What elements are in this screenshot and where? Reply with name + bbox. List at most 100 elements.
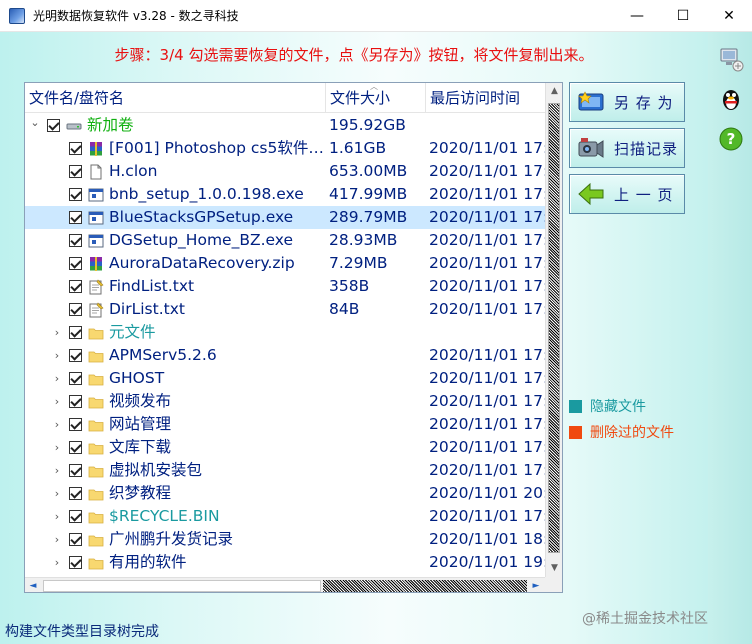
svg-text:?: ? [727,130,736,148]
save-as-label: 另 存 为 [614,93,674,112]
tree-node-row[interactable]: › 广州鹏升发货记录 2020/11/01 18:5 [25,528,545,551]
tree-node-row[interactable]: › $RECYCLE.BIN 2020/11/01 17:5 [25,505,545,528]
row-checkbox[interactable] [69,211,82,224]
scan-log-button[interactable]: 扫描记录 [569,128,685,168]
row-date: 2020/11/01 17:5 [429,162,545,180]
camera-icon [578,138,604,158]
row-name: 虚拟机安装包 [109,461,203,479]
collapse-chevron-icon[interactable]: ⌄ [29,111,41,134]
tree-rows: ⌄ 新加卷 195.92GB [F001] Photoshop cs5软件… 1.61G… [25,114,545,574]
row-name: 新加卷 [87,116,134,134]
tree-node-row[interactable]: › 有用的软件 2020/11/01 19:5 [25,551,545,574]
vertical-scroll-thumb[interactable] [548,103,560,553]
file-row[interactable]: BlueStacksGPSetup.exe 289.79MB 2020/11/01 … [25,206,545,229]
row-date: 2020/11/01 17:5 [429,369,545,387]
vertical-scrollbar[interactable]: ▲ ▼ [545,83,562,577]
tree-node-row[interactable]: › 虚拟机安装包 2020/11/01 17:5 [25,459,545,482]
file-row[interactable]: AuroraDataRecovery.zip 7.29MB 2020/11/01 1… [25,252,545,275]
row-checkbox[interactable] [69,510,82,523]
expand-chevron-icon[interactable]: › [51,436,63,459]
expand-chevron-icon[interactable]: › [51,367,63,390]
row-checkbox[interactable] [69,533,82,546]
row-name: 网站管理 [109,415,172,433]
column-header-date[interactable]: 最后访问时间 [425,83,545,113]
scroll-up-icon[interactable]: ▲ [546,83,562,100]
row-name: AuroraDataRecovery.zip [109,254,295,272]
file-row[interactable]: FindList.txt 358B 2020/11/01 17:5 [25,275,545,298]
file-row[interactable]: bnb_setup_1.0.0.198.exe 417.99MB 2020/11/0… [25,183,545,206]
close-button[interactable]: ✕ [706,0,752,32]
row-checkbox[interactable] [47,119,60,132]
expand-chevron-icon[interactable]: › [51,390,63,413]
row-date: 2020/11/01 17:5 [429,461,545,479]
file-row[interactable]: H.clon 653.00MB 2020/11/01 17:5 [25,160,545,183]
row-date: 2020/11/01 20:2 [429,484,545,502]
expand-chevron-icon[interactable]: › [51,528,63,551]
tree-header: 文件名/盘符名 文件大小 ︿ 最后访问时间 [25,83,545,113]
row-checkbox[interactable] [69,395,82,408]
file-row[interactable]: [F001] Photoshop cs5软件… 1.61GB 2020/11/01 … [25,137,545,160]
row-checkbox[interactable] [69,165,82,178]
expand-chevron-icon[interactable]: › [51,551,63,574]
hidden-files-label: 隐藏文件 [590,399,646,415]
expand-chevron-icon[interactable]: › [51,321,63,344]
window-title: 光明数据恢复软件 v3.28 - 数之寻科技 [33,9,239,23]
tree-node-row[interactable]: › APMServ5.2.6 2020/11/01 17:4 [25,344,545,367]
tree-node-row[interactable]: › 文库下载 2020/11/01 17:5 [25,436,545,459]
row-checkbox[interactable] [69,188,82,201]
file-row[interactable]: DGSetup_Home_BZ.exe 28.93MB 2020/11/01 17:… [25,229,545,252]
network-computer-icon[interactable] [718,46,744,72]
tree-node-row[interactable]: › 元文件 [25,321,545,344]
row-checkbox[interactable] [69,326,82,339]
horizontal-scrollbar[interactable]: ◄ ► [25,577,545,592]
row-checkbox[interactable] [69,441,82,454]
tree-node-row[interactable]: › 网站管理 2020/11/01 17:5 [25,413,545,436]
row-checkbox[interactable] [69,418,82,431]
row-checkbox[interactable] [69,487,82,500]
main-panel: 步骤：3/4 勾选需要恢复的文件，点《另存为》按钮，将文件复制出来。 文件名/盘… [0,32,708,644]
column-header-name[interactable]: 文件名/盘符名 [25,83,325,113]
row-name: [F001] Photoshop cs5软件… [109,139,324,157]
save-as-button[interactable]: 另 存 为 [569,82,685,122]
row-checkbox[interactable] [69,303,82,316]
expand-chevron-icon[interactable]: › [51,413,63,436]
row-checkbox[interactable] [69,234,82,247]
scroll-right-icon[interactable]: ► [528,578,544,592]
expand-chevron-icon[interactable]: › [51,459,63,482]
file-tree: 文件名/盘符名 文件大小 ︿ 最后访问时间 ⌄ 新加卷 195.92GB [F001]… [24,82,563,593]
hidden-files-swatch [569,399,582,413]
back-arrow-icon [578,182,604,206]
right-toolbar: ? [708,32,752,644]
row-name: $RECYCLE.BIN [109,507,220,525]
maximize-button[interactable]: ☐ [660,0,706,32]
row-name: FindList.txt [109,277,195,295]
tree-node-row[interactable]: ⌄ 新加卷 195.92GB [25,114,545,137]
previous-page-button[interactable]: 上 一 页 [569,174,685,214]
scroll-down-icon[interactable]: ▼ [546,560,562,577]
tree-node-row[interactable]: › GHOST 2020/11/01 17:5 [25,367,545,390]
minimize-button[interactable]: — [614,0,660,32]
tree-node-row[interactable]: › 织梦教程 2020/11/01 20:2 [25,482,545,505]
row-name: 织梦教程 [109,484,172,502]
expand-chevron-icon[interactable]: › [51,344,63,367]
row-checkbox[interactable] [69,257,82,270]
row-checkbox[interactable] [69,142,82,155]
help-icon[interactable]: ? [718,126,744,152]
expand-chevron-icon[interactable]: › [51,505,63,528]
row-checkbox[interactable] [69,280,82,293]
expand-chevron-icon[interactable]: › [51,482,63,505]
row-checkbox[interactable] [69,464,82,477]
tree-node-row[interactable]: › 视频发布 2020/11/01 17:5 [25,390,545,413]
row-checkbox[interactable] [69,349,82,362]
horizontal-scroll-track[interactable] [323,580,527,592]
file-row[interactable]: DirList.txt 84B 2020/11/01 17:5 [25,298,545,321]
scroll-left-icon[interactable]: ◄ [25,578,41,592]
row-name: H.clon [109,162,158,180]
row-checkbox[interactable] [69,372,82,385]
row-name: APMServ5.2.6 [109,346,217,364]
row-size: 358B [329,277,370,295]
horizontal-scroll-thumb[interactable] [43,580,321,592]
qq-penguin-icon[interactable] [718,86,744,112]
row-checkbox[interactable] [69,556,82,569]
row-size: 417.99MB [329,185,408,203]
